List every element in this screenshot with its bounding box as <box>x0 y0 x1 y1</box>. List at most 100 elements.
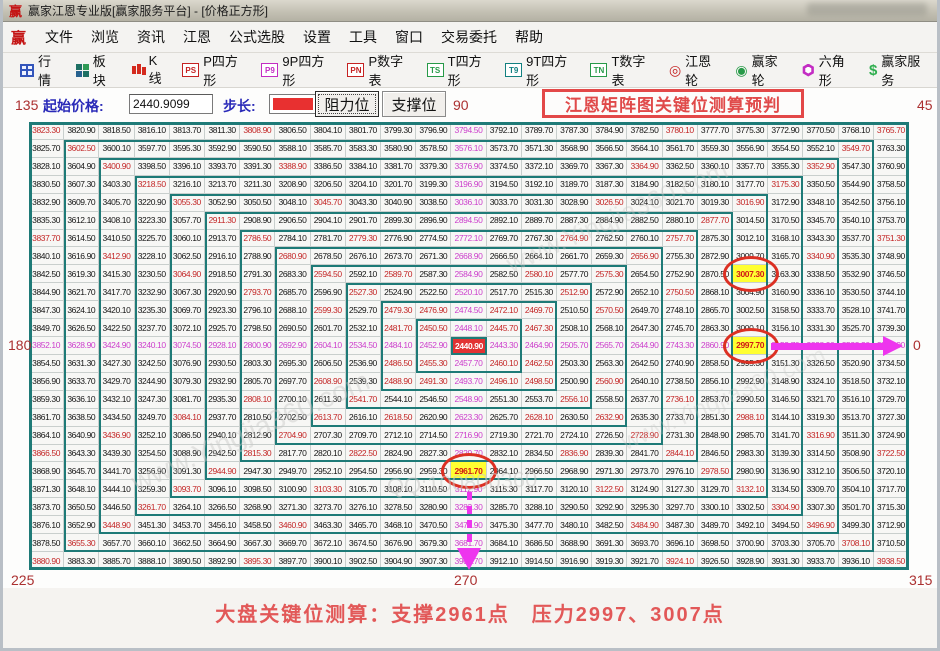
matrix-cell: 2928.10 <box>205 337 240 355</box>
matrix-cell: 3177.70 <box>733 176 768 194</box>
menu-item-工具[interactable]: 工具 <box>340 23 386 51</box>
toolbar-button-赢家服务[interactable]: $ 赢家服务 <box>862 48 937 92</box>
matrix-cell: 2976.10 <box>663 462 698 480</box>
support-button[interactable]: 支撑位 <box>382 91 446 117</box>
matrix-cell: 2714.50 <box>416 427 451 445</box>
matrix-cell: 3892.90 <box>205 552 240 570</box>
matrix-cell: 2923.30 <box>205 301 240 319</box>
matrix-cell: 2904.10 <box>311 212 346 230</box>
toolbar-button-赢家轮[interactable]: ◉赢家轮 <box>728 48 794 92</box>
blurred-region <box>807 3 927 16</box>
toolbar-button-T数字表[interactable]: TNT数字表 <box>583 48 661 92</box>
toolbar-button-P数字表[interactable]: PNP数字表 <box>340 48 419 92</box>
matrix-cell: 2647.30 <box>627 319 662 337</box>
matrix-cell: 3544.90 <box>839 176 874 194</box>
menu-item-设置[interactable]: 设置 <box>294 23 340 51</box>
matrix-cell: 2462.50 <box>522 355 557 373</box>
matrix-cell: 3672.10 <box>311 534 346 552</box>
toolbar-button-板块[interactable]: 板块 <box>69 48 124 92</box>
matrix-cell: 3146.50 <box>768 391 803 409</box>
toolbar-button-9P四方形[interactable]: P99P四方形 <box>254 48 340 92</box>
matrix-cell: 3093.70 <box>170 480 205 498</box>
matrix-cell: 3540.10 <box>839 212 874 230</box>
matrix-cell: 2642.50 <box>627 355 662 373</box>
matrix-cell: 2464.90 <box>522 337 557 355</box>
matrix-cell: 3820.90 <box>64 122 99 140</box>
matrix-cell: 2460.10 <box>487 355 522 373</box>
matrix-cell: 2810.50 <box>240 409 275 427</box>
matrix-cell: 3566.50 <box>592 140 627 158</box>
resistance-button[interactable]: 阻力位 <box>315 91 379 117</box>
matrix-cell: 3804.10 <box>311 122 346 140</box>
menu-item-交易委托[interactable]: 交易委托 <box>432 23 506 51</box>
matrix-cell: 3038.50 <box>416 194 451 212</box>
matrix-cell: 2594.50 <box>311 265 346 283</box>
matrix-cell: 2820.10 <box>311 445 346 463</box>
matrix-cell: 3016.90 <box>733 194 768 212</box>
matrix-cell: 3679.30 <box>416 534 451 552</box>
toolbar-button-六角形[interactable]: 六角形 <box>795 48 862 92</box>
toolbar-button-K线[interactable]: K线 <box>124 50 176 90</box>
matrix-cell: 3748.90 <box>874 247 909 265</box>
matrix-cell: 3134.50 <box>768 480 803 498</box>
matrix-cell: 3696.10 <box>663 534 698 552</box>
matrix-cell: 3386.50 <box>311 158 346 176</box>
menu-item-文件[interactable]: 文件 <box>36 23 82 51</box>
menu-item-公式选股[interactable]: 公式选股 <box>220 23 294 51</box>
matrix-cell: 2760.10 <box>627 230 662 248</box>
matrix-cell: 3636.10 <box>64 391 99 409</box>
matrix-cell: 3796.90 <box>416 122 451 140</box>
matrix-cell: 3883.30 <box>64 552 99 570</box>
matrix-cell: 2812.90 <box>240 427 275 445</box>
matrix-cell: 3655.30 <box>64 534 99 552</box>
matrix-cell: 3110.50 <box>416 480 451 498</box>
matrix-cell: 2498.50 <box>522 373 557 391</box>
matrix-cell: 3561.70 <box>663 140 698 158</box>
toolbar-button-9T四方形[interactable]: T99T四方形 <box>498 48 583 92</box>
matrix-cell: 2652.10 <box>627 283 662 301</box>
matrix-cell: 3098.50 <box>240 480 275 498</box>
matrix-cell: 3290.50 <box>557 498 592 516</box>
toolbar-button-行情[interactable]: 行情 <box>13 48 69 92</box>
matrix-cell: 3525.70 <box>839 319 874 337</box>
matrix-cell: 3837.70 <box>29 230 64 248</box>
toolbar-label: 赢家服务 <box>881 51 930 89</box>
matrix-cell: 3513.70 <box>839 409 874 427</box>
matrix-cell: 3720.10 <box>874 462 909 480</box>
matrix-cell: 3895.30 <box>240 552 275 570</box>
matrix-cell: 3268.90 <box>240 498 275 516</box>
menu-item-帮助[interactable]: 帮助 <box>506 23 552 51</box>
matrix-cell: 3789.70 <box>522 122 557 140</box>
matrix-cell: 3410.50 <box>99 230 134 248</box>
matrix-cell: 2930.50 <box>205 355 240 373</box>
matrix-cell: 3508.90 <box>839 445 874 463</box>
menu-item-浏览[interactable]: 浏览 <box>82 23 128 51</box>
matrix-cell: 3849.70 <box>29 319 64 337</box>
matrix-cell: 2784.10 <box>275 230 310 248</box>
matrix-cell: 3144.10 <box>768 409 803 427</box>
toolbar-button-P四方形[interactable]: PSP四方形 <box>175 48 254 92</box>
toolbar-button-T四方形[interactable]: TST四方形 <box>420 48 498 92</box>
menu-item-资讯[interactable]: 资讯 <box>128 23 174 51</box>
matrix-cell: 3556.90 <box>733 140 768 158</box>
matrix-cell: 2536.90 <box>346 355 381 373</box>
matrix-cell: 2944.90 <box>205 462 240 480</box>
matrix-cell: 3489.70 <box>698 516 733 534</box>
matrix-cell: 3777.70 <box>698 122 733 140</box>
matrix-cell: 3921.70 <box>627 552 662 570</box>
matrix-cell: 3384.10 <box>346 158 381 176</box>
matrix-cell: 2476.90 <box>416 301 451 319</box>
start-price-input[interactable] <box>129 94 213 114</box>
toolbar-button-江恩轮[interactable]: ◎江恩轮 <box>662 48 728 92</box>
menu-item-江恩[interactable]: 江恩 <box>174 23 220 51</box>
angle-label-315: 315 <box>909 572 932 588</box>
matrix-cell: 2841.70 <box>627 445 662 463</box>
matrix-cell: 3244.90 <box>135 373 170 391</box>
p9-badge-icon: P9 <box>261 63 278 77</box>
dollar-icon: $ <box>869 63 877 78</box>
matrix-cell: 3007.30 <box>733 265 768 283</box>
menu-item-窗口[interactable]: 窗口 <box>386 23 432 51</box>
matrix-cell: 3616.90 <box>64 247 99 265</box>
matrix-cell: 3429.70 <box>99 373 134 391</box>
matrix-cell: 2500.90 <box>557 373 592 391</box>
